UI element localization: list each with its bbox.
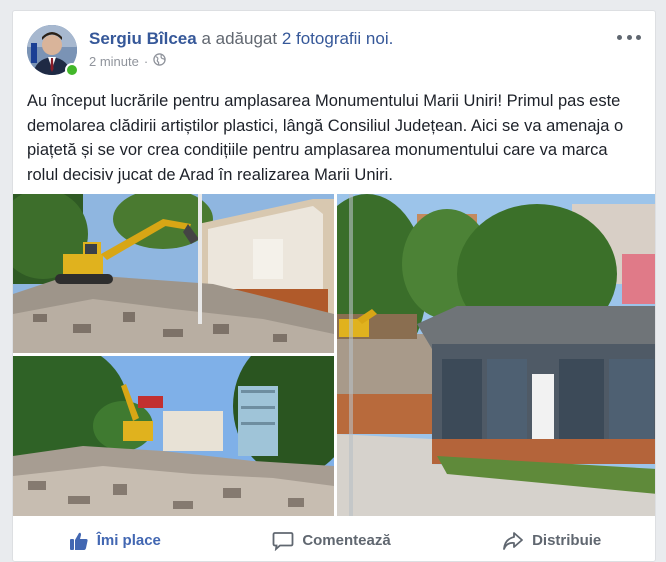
timestamp[interactable]: 2 minute bbox=[89, 54, 139, 69]
like-label: Îmi place bbox=[96, 532, 161, 549]
share-icon bbox=[502, 531, 524, 551]
photos-link[interactable]: 2 fotografii noi. bbox=[282, 29, 394, 48]
post-card: Sergiu Bîlcea a adăugat 2 fotografii noi… bbox=[12, 10, 656, 562]
post-actions-bar: Îmi place Comentează Distribuie bbox=[13, 518, 655, 561]
demolition-excavator-photo[interactable] bbox=[13, 194, 334, 353]
comment-label: Comentează bbox=[302, 532, 391, 549]
globe-icon[interactable] bbox=[153, 53, 166, 69]
post-meta: 2 minute · bbox=[89, 53, 166, 69]
more-options-icon[interactable] bbox=[617, 29, 641, 45]
share-button[interactable]: Distribuie bbox=[502, 531, 601, 551]
post-headline: Sergiu Bîlcea a adăugat 2 fotografii noi… bbox=[89, 28, 393, 50]
building-before-demolition-photo[interactable] bbox=[337, 194, 655, 516]
meta-separator: · bbox=[143, 53, 149, 69]
comment-button[interactable]: Comentează bbox=[272, 531, 391, 551]
online-status-indicator bbox=[65, 63, 79, 77]
action-text: a adăugat bbox=[201, 29, 278, 48]
author-name[interactable]: Sergiu Bîlcea bbox=[89, 29, 197, 48]
post-text: Au început lucrările pentru amplasarea M… bbox=[27, 92, 624, 184]
comment-icon bbox=[272, 531, 294, 551]
share-label: Distribuie bbox=[532, 532, 602, 549]
like-button[interactable]: Îmi place bbox=[69, 531, 161, 551]
photo-gallery bbox=[13, 194, 655, 516]
demolition-debris-photo[interactable] bbox=[13, 356, 334, 516]
post-header: Sergiu Bîlcea a adăugat 2 fotografii noi… bbox=[27, 25, 641, 77]
thumbs-up-icon bbox=[69, 531, 89, 551]
